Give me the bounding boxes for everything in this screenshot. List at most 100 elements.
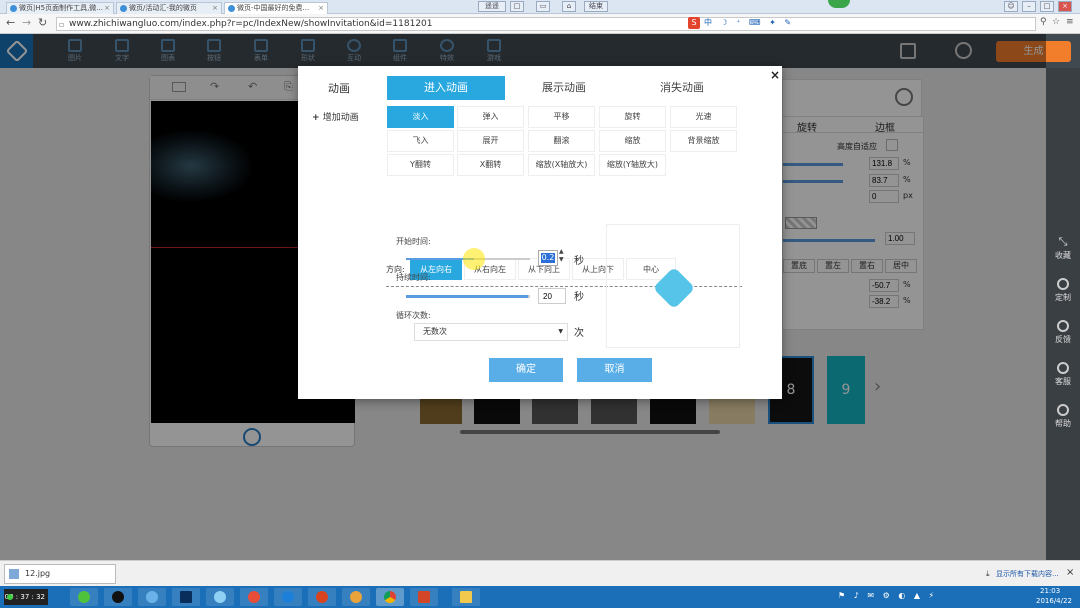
qq-icon[interactable]	[104, 588, 132, 606]
download-item[interactable]: 12.jpg	[4, 564, 116, 584]
forward-icon[interactable]: →	[22, 16, 31, 29]
effect-fade-in[interactable]: 淡入	[387, 106, 454, 128]
effect-zoom-x[interactable]: 缩放(X轴放大)	[528, 154, 595, 176]
address-bar: ← → ↻ ▫ www.zhichiwangluo.com/index.php?r…	[0, 14, 1080, 34]
file-explorer-icon[interactable]	[452, 588, 480, 606]
sidebar-item-custom[interactable]: 定制	[1046, 278, 1080, 303]
wechat-icon[interactable]	[70, 588, 98, 606]
tab-close-icon[interactable]: ×	[318, 3, 324, 14]
cloud-icon[interactable]	[206, 588, 234, 606]
sogou-ime-icon[interactable]: S	[688, 17, 700, 29]
media-player-icon[interactable]	[240, 588, 268, 606]
start-time-label: 开始时间:	[396, 237, 431, 246]
duration-slider-fill	[406, 295, 528, 298]
stepper-arrows-icon[interactable]: ▲ ▼	[559, 248, 564, 264]
star-icon[interactable]: ☆	[1052, 17, 1060, 27]
effect-bg-zoom[interactable]: 背景缩放	[670, 130, 737, 152]
sogou-icon[interactable]	[138, 588, 166, 606]
plus-icon: +	[312, 113, 323, 123]
clock-time: 21:03	[1040, 587, 1061, 595]
url-field[interactable]: ▫ www.zhichiwangluo.com/index.php?r=pc/In…	[56, 17, 1036, 31]
duration-field[interactable]	[538, 288, 566, 304]
dialog-left-title: 动画	[328, 82, 350, 95]
sidebar-label: 定制	[1055, 293, 1071, 302]
browser-tab[interactable]: 微页|H5页面制作工具,微... ×	[6, 2, 114, 14]
record-icon	[7, 594, 13, 600]
cancel-button[interactable]: 取消	[577, 358, 652, 382]
browser-tab-active[interactable]: 微页-中国最好的免费... ×	[224, 2, 328, 14]
page-icon: ▫	[59, 20, 65, 29]
seconds-unit: 秒	[574, 292, 584, 303]
effect-fly-in[interactable]: 飞入	[387, 130, 454, 152]
loop-unit: 次	[574, 328, 584, 339]
kugou-icon[interactable]	[274, 588, 302, 606]
minimize-icon[interactable]: –	[1022, 1, 1036, 12]
effect-zoom-y[interactable]: 缩放(Y轴放大)	[599, 154, 666, 176]
start-time-value: 0.2	[541, 253, 555, 263]
app-icon[interactable]	[308, 588, 336, 606]
tab-title: 微页|H5页面制作工具,微...	[19, 4, 103, 12]
chrome-icon[interactable]	[376, 588, 404, 606]
close-icon[interactable]: ×	[770, 68, 780, 82]
file-icon	[9, 569, 19, 579]
add-animation-label: 增加动画	[322, 113, 359, 123]
headset-icon	[1057, 362, 1069, 374]
effect-expand[interactable]: 展开	[457, 130, 524, 152]
tab-show-animation[interactable]: 展示动画	[505, 76, 623, 100]
effect-roll[interactable]: 翻滚	[528, 130, 595, 152]
effect-slide[interactable]: 平移	[528, 106, 595, 128]
tab-exit-animation[interactable]: 消失动画	[623, 76, 741, 100]
sidebar-item-feedback[interactable]: 反馈	[1046, 320, 1080, 345]
sidebar-item-help[interactable]: 帮助	[1046, 404, 1080, 429]
user-icon[interactable]: ☺	[1004, 1, 1018, 12]
url-text: www.zhichiwangluo.com/index.php?r=pc/Ind…	[69, 19, 433, 29]
effect-rotate[interactable]: 旋转	[599, 106, 666, 128]
menu-icon[interactable]: ≡	[1066, 17, 1074, 27]
confirm-button[interactable]: 确定	[489, 358, 563, 382]
sidebar-item-collect[interactable]: ⤡ 收藏	[1046, 236, 1080, 261]
close-icon[interactable]: ×	[1066, 567, 1074, 578]
add-animation-button[interactable]: + 增加动画	[312, 110, 359, 123]
duration-label: 持续时间:	[396, 273, 431, 282]
sidebar-label: 帮助	[1055, 419, 1071, 428]
loop-select-value: 无数次	[423, 327, 447, 336]
show-all-downloads[interactable]: 显示所有下载内容...	[996, 569, 1059, 579]
browser-tab[interactable]: 微页/活动汇-我的微页 ×	[116, 2, 222, 14]
chevron-down-icon: ▼	[558, 328, 563, 335]
powerpoint-icon[interactable]	[410, 588, 438, 606]
maximize-icon[interactable]: □	[1040, 1, 1054, 12]
sidebar-label: 客服	[1055, 377, 1071, 386]
game-icon[interactable]	[342, 588, 370, 606]
tray-icons[interactable]: ⚑ ♪ ✉ ⚙ ◐ ▲ ⚡	[838, 591, 937, 600]
effect-light-speed[interactable]: 光速	[670, 106, 737, 128]
tab-close-icon[interactable]: ×	[212, 3, 218, 14]
home-icon[interactable]: ⌂	[562, 1, 576, 12]
crop-icon[interactable]: □	[510, 1, 524, 12]
effect-y-flip[interactable]: Y翻转	[387, 154, 454, 176]
end-button[interactable]: 结束	[584, 1, 608, 12]
status-indicator-icon	[828, 0, 850, 8]
effect-bounce-in[interactable]: 弹入	[457, 106, 524, 128]
zoom-icon[interactable]: ⚲	[1040, 17, 1047, 27]
tab-close-icon[interactable]: ×	[104, 3, 110, 14]
chat-icon	[1057, 320, 1069, 332]
sidebar-item-service[interactable]: 客服	[1046, 362, 1080, 387]
tab-enter-animation[interactable]: 进入动画	[387, 76, 505, 100]
loop-select[interactable]: 无数次 ▼	[414, 323, 568, 341]
close-window-icon[interactable]: ×	[1058, 1, 1072, 12]
photoshop-icon[interactable]	[172, 588, 200, 606]
pin-icon	[1057, 278, 1069, 290]
window-icon[interactable]: ▭	[536, 1, 550, 12]
effect-zoom[interactable]: 缩放	[599, 130, 666, 152]
animation-dialog: × 动画 + 增加动画 进入动画 展示动画 消失动画 淡入 弹入 平移 旋转 光…	[298, 66, 782, 399]
tab-title: 微页-中国最好的免费...	[237, 4, 310, 12]
site-favicon-icon	[10, 5, 17, 12]
back-icon[interactable]: ←	[6, 16, 15, 29]
sidebar-label: 收藏	[1055, 251, 1071, 260]
ime-tools-icon[interactable]: 中 ☽ ⁺ ⌨ ✦ ✎	[704, 17, 794, 28]
start-time-field[interactable]: 0.2	[538, 250, 558, 266]
effect-x-flip[interactable]: X翻转	[457, 154, 524, 176]
reload-icon[interactable]: ↻	[38, 16, 47, 29]
taskbar: 00 : 37 : 32 ⚑ ♪ ✉ ⚙ ◐ ▲ ⚡ 21:03 2016/4/…	[0, 586, 1080, 608]
toolbar-hint-button[interactable]: 遥遥	[478, 1, 506, 12]
